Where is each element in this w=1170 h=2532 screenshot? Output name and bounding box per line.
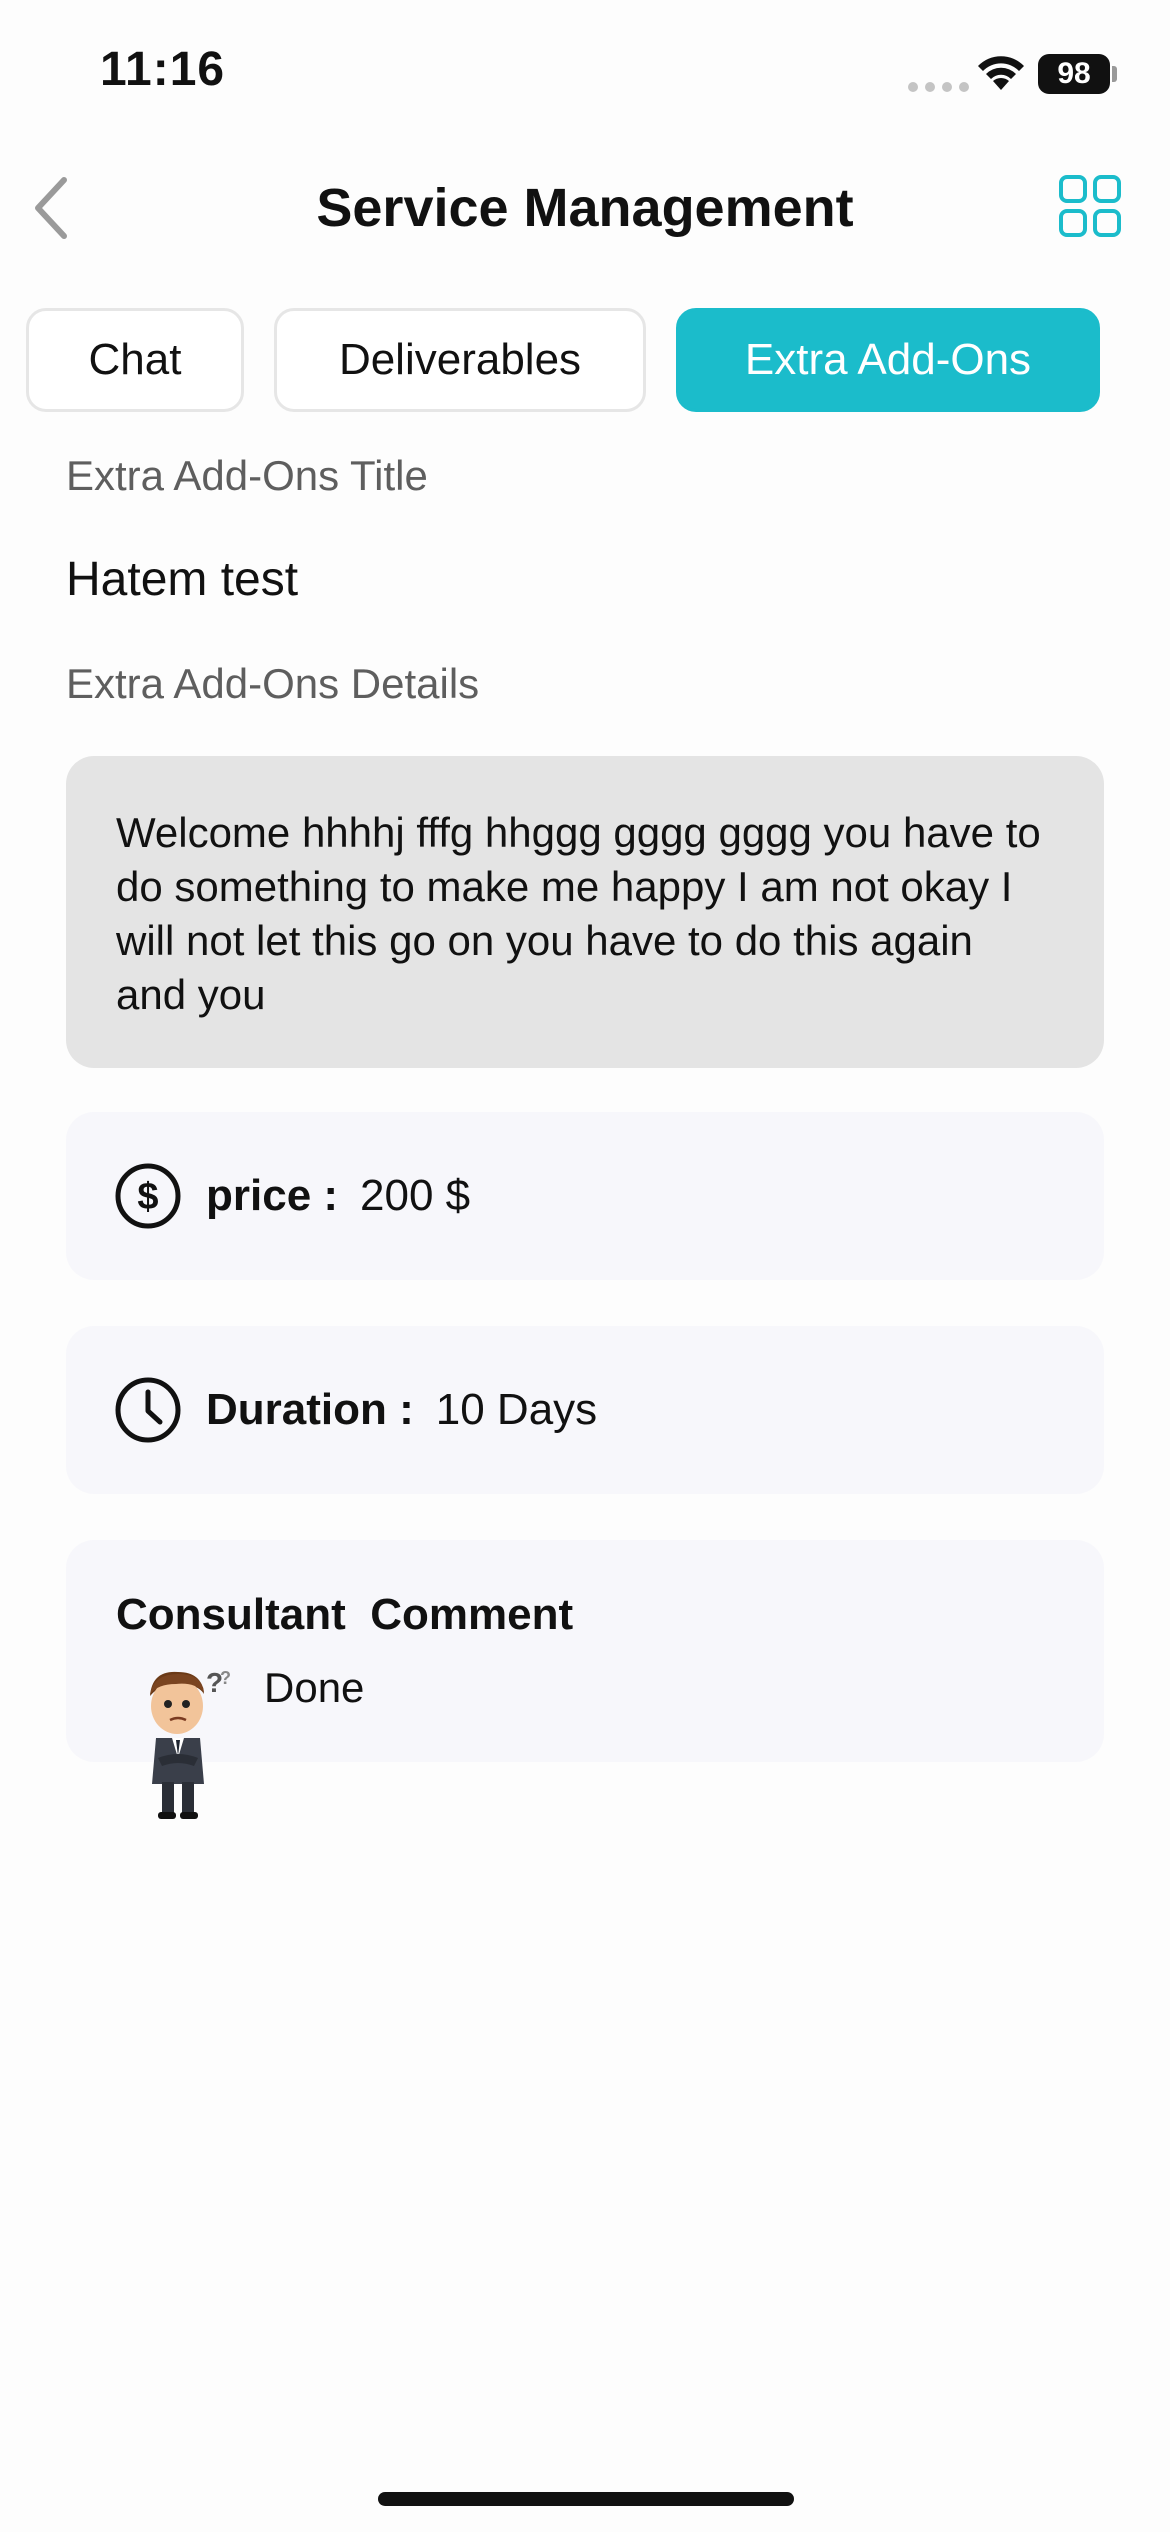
wifi-icon [978,56,1024,90]
addon-title-value: Hatem test [66,553,299,606]
consultant-comment-title: Consultant Comment [116,1590,574,1639]
tab-deliverables[interactable]: Deliverables [274,308,646,412]
price-label: price : [206,1171,339,1220]
price-card: $ price : 200 $ [66,1112,1104,1280]
addon-details-label: Extra Add-Ons Details [66,660,480,707]
svg-text:$: $ [137,1176,158,1218]
grid-menu-icon[interactable] [1058,174,1122,238]
consultant-comment-card: Consultant Comment ? ? Done [66,1540,1104,1819]
consultant-comment-text: Done [264,1664,365,1711]
clock-icon [115,1377,181,1443]
cellular-signal-icon [908,82,969,92]
battery-icon: 98 [1038,54,1110,94]
status-bar: 11:16 98 [0,0,1170,140]
dollar-icon: $ [115,1163,181,1229]
service-management-screen: 11:16 98 Service Management Chat Deliver… [0,0,1170,2532]
battery-cap [1112,66,1117,82]
back-button[interactable] [20,172,80,244]
duration-value: 10 Days [435,1385,598,1434]
consultant-avatar: ? ? [150,1667,231,1819]
page-title: Service Management [316,178,854,238]
battery-level: 98 [1057,57,1091,90]
duration-card: Duration : 10 Days [66,1326,1104,1494]
tab-extra-add-ons[interactable]: Extra Add-Ons [676,308,1100,412]
duration-label: Duration : [206,1385,414,1434]
chevron-left-icon [35,177,67,239]
addon-details-text: Welcome hhhhj fffg hhggg gggg gggg you h… [66,756,1104,1068]
status-time: 11:16 [100,43,226,96]
svg-text:?: ? [220,1668,231,1688]
price-value: 200 $ [360,1171,471,1220]
home-indicator[interactable] [378,2492,794,2506]
addon-title-label: Extra Add-Ons Title [66,452,428,499]
tab-chat[interactable]: Chat [26,308,244,412]
